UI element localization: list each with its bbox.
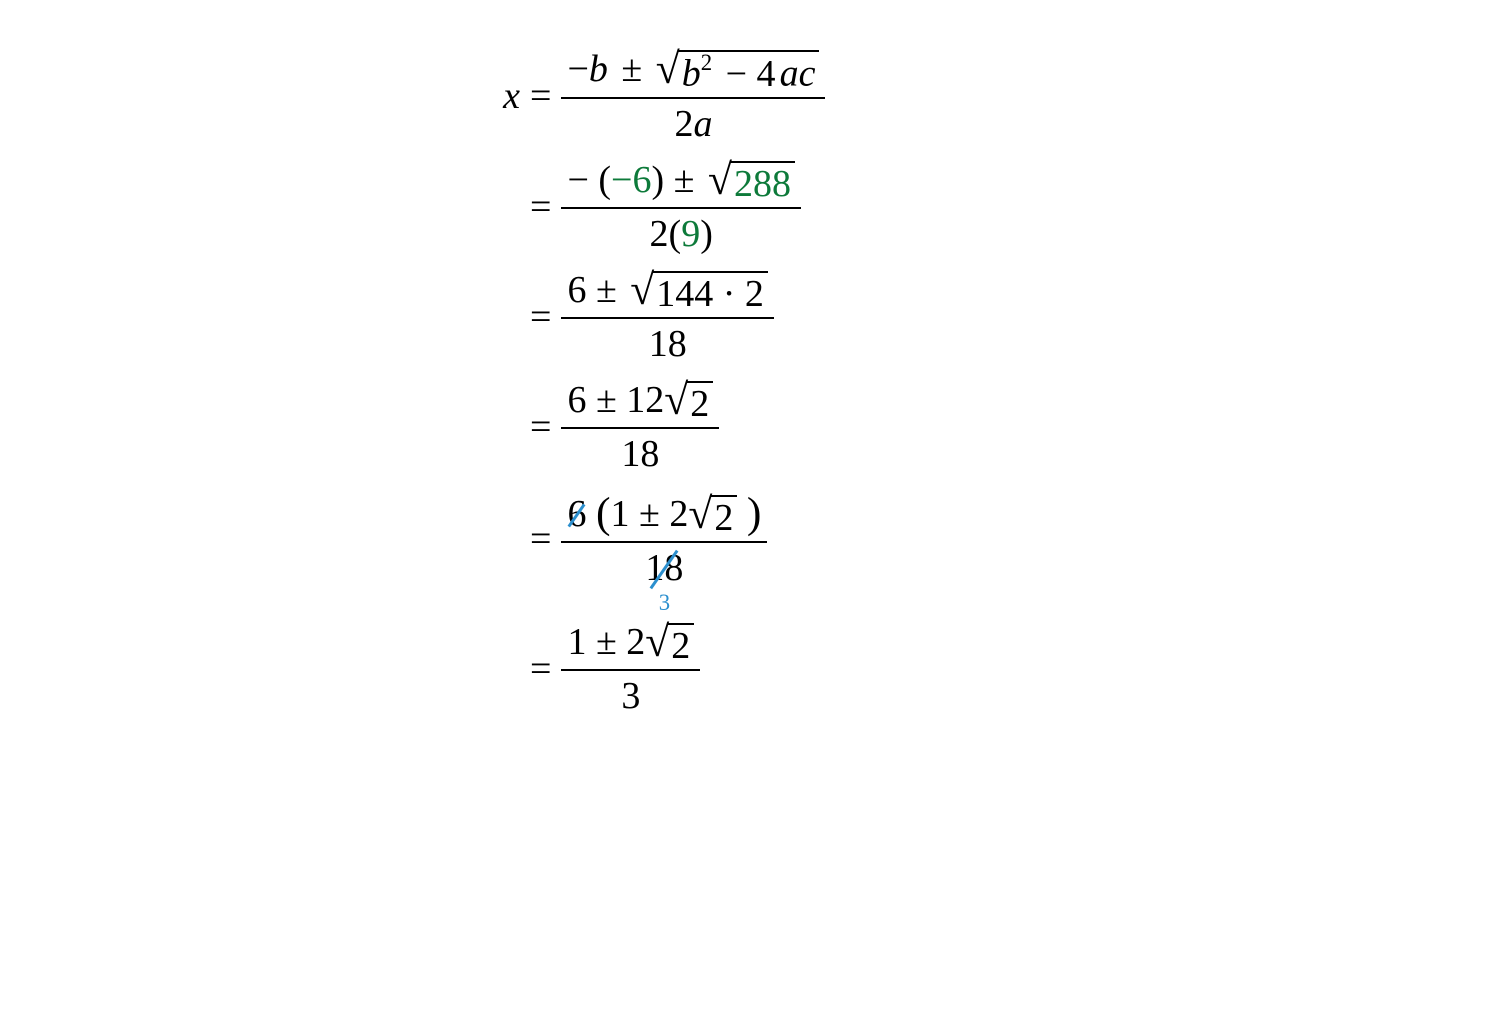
fraction-5: 6 (1 ± 2 √ 2 ) 18 3 bbox=[561, 491, 767, 587]
equals-sign: = bbox=[520, 298, 561, 336]
formula-step-5: = 6 (1 ± 2 √ 2 ) 18 3 bbox=[440, 491, 825, 587]
variable-x: x bbox=[503, 75, 520, 117]
one-pm-2b: 1 ± 2 bbox=[567, 621, 645, 663]
fraction-2: − (−6) ± √ 288 2(9) bbox=[561, 161, 801, 253]
equals-sign: = bbox=[520, 77, 561, 115]
numerator-1: −b ± √ b2 − 4ac bbox=[561, 50, 825, 99]
var-c: c bbox=[799, 53, 816, 95]
numerator-6: 1 ± 2 √ 2 bbox=[561, 623, 700, 671]
radical-icon: √ bbox=[630, 273, 654, 308]
six-pm-12: 6 ± 12 bbox=[567, 379, 664, 421]
close-pm: ) ± bbox=[651, 159, 698, 201]
neg-open: − ( bbox=[567, 159, 611, 201]
denominator-6: 3 bbox=[621, 671, 640, 715]
radical-icon: √ bbox=[688, 497, 712, 532]
six-pm: 6 ± bbox=[567, 269, 620, 311]
fraction-1: −b ± √ b2 − 4ac 2a bbox=[561, 50, 825, 143]
denominator-2: 2(9) bbox=[650, 209, 713, 253]
radical-icon: √ bbox=[656, 52, 680, 87]
fraction-3: 6 ± √ 144 · 2 18 bbox=[561, 271, 774, 363]
big-lparen: ( bbox=[596, 489, 611, 537]
var-b: b bbox=[589, 48, 608, 90]
sqrt-2c: √ 2 bbox=[645, 623, 694, 665]
equals-sign: = bbox=[520, 520, 561, 558]
value-18-cancel: 18 bbox=[645, 547, 683, 589]
denominator-3: 18 bbox=[649, 319, 687, 363]
lhs-x: x bbox=[440, 77, 520, 115]
reduced-3: 3 bbox=[659, 592, 670, 615]
numerator-2: − (−6) ± √ 288 bbox=[561, 161, 801, 209]
close-paren: ) bbox=[700, 213, 713, 255]
sqrt-discriminant: √ b2 − 4ac bbox=[656, 50, 820, 93]
var-a: a bbox=[780, 53, 799, 95]
numerator-3: 6 ± √ 144 · 2 bbox=[561, 271, 774, 319]
denominator-5: 18 3 bbox=[645, 543, 683, 587]
equals-sign: = bbox=[520, 188, 561, 226]
one-pm-2: 1 ± 2 bbox=[611, 493, 689, 535]
denominator-1: 2a bbox=[674, 99, 712, 143]
sqrt-2b: √ 2 bbox=[688, 495, 737, 537]
value-neg6: −6 bbox=[611, 159, 651, 201]
const-2: 2 bbox=[674, 103, 693, 145]
two-open: 2( bbox=[650, 213, 682, 255]
radicand-5: 2 bbox=[710, 495, 737, 537]
cancel-6: 6 bbox=[567, 495, 586, 533]
radical-icon: √ bbox=[708, 163, 732, 198]
radicand-2: 288 bbox=[730, 161, 795, 203]
neg-sign: − bbox=[567, 48, 588, 90]
fraction-6: 1 ± 2 √ 2 3 bbox=[561, 623, 700, 715]
minus-4: − 4 bbox=[722, 53, 780, 95]
denominator-4: 18 bbox=[621, 429, 659, 473]
quadratic-formula-derivation: x = −b ± √ b2 − 4ac 2a = bbox=[440, 50, 825, 733]
var-a-den: a bbox=[693, 103, 712, 145]
formula-step-4: = 6 ± 12 √ 2 18 bbox=[440, 381, 825, 473]
equals-sign: = bbox=[520, 650, 561, 688]
sqrt-144-2: √ 144 · 2 bbox=[630, 271, 768, 313]
radicand-3: 144 · 2 bbox=[652, 271, 768, 313]
radicand-4: 2 bbox=[686, 381, 713, 423]
value-288: 288 bbox=[734, 163, 791, 205]
value-6-cancel: 6 bbox=[567, 493, 586, 535]
numerator-5: 6 (1 ± 2 √ 2 ) bbox=[561, 491, 767, 543]
radical-icon: √ bbox=[645, 625, 669, 660]
formula-step-2: = − (−6) ± √ 288 2(9) bbox=[440, 161, 825, 253]
sqrt-288: √ 288 bbox=[708, 161, 795, 203]
radicand-6: 2 bbox=[667, 623, 694, 665]
var-b2: b bbox=[682, 53, 701, 95]
formula-step-1: x = −b ± √ b2 − 4ac 2a bbox=[440, 50, 825, 143]
plus-minus: ± bbox=[617, 48, 646, 90]
value-9: 9 bbox=[681, 213, 700, 255]
radical-icon: √ bbox=[664, 383, 688, 418]
sqrt-2: √ 2 bbox=[664, 381, 713, 423]
big-rparen: ) bbox=[747, 489, 762, 537]
formula-step-6: = 1 ± 2 √ 2 3 bbox=[440, 623, 825, 715]
equals-sign: = bbox=[520, 408, 561, 446]
exp-2: 2 bbox=[701, 50, 712, 75]
radicand-1: b2 − 4ac bbox=[678, 50, 820, 93]
formula-step-3: = 6 ± √ 144 · 2 18 bbox=[440, 271, 825, 363]
numerator-4: 6 ± 12 √ 2 bbox=[561, 381, 719, 429]
cancel-18: 18 bbox=[645, 549, 683, 587]
fraction-4: 6 ± 12 √ 2 18 bbox=[561, 381, 719, 473]
